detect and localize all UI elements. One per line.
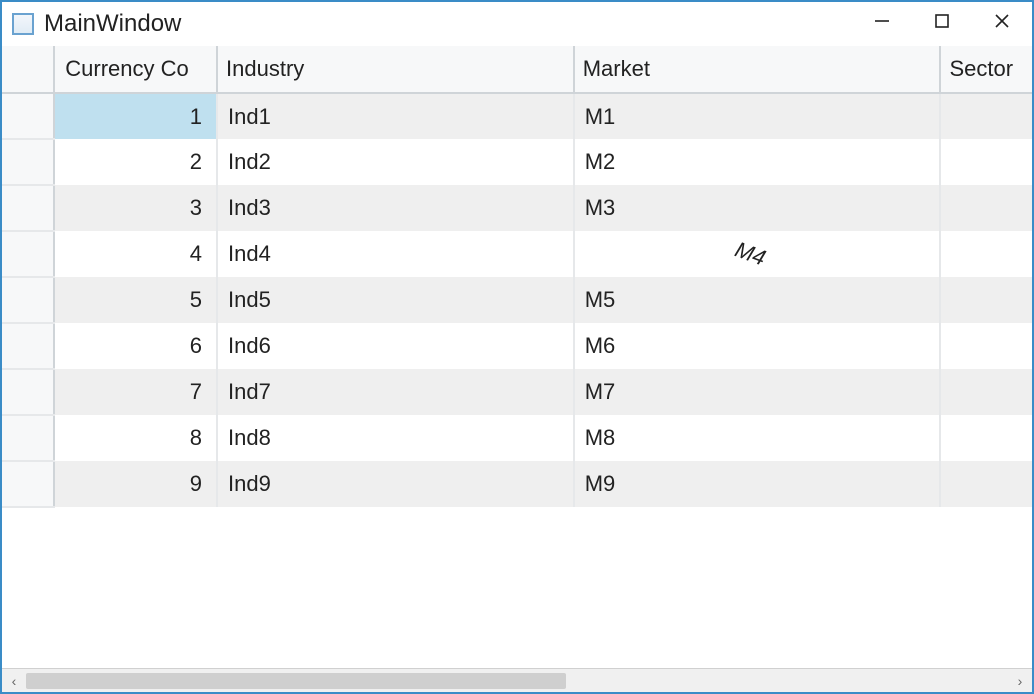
table-row[interactable]: 5Ind5M5 (2, 277, 1032, 323)
cell-industry[interactable]: Ind8 (217, 415, 574, 461)
column-header-currency[interactable]: Currency Co (54, 46, 217, 93)
cell-market[interactable]: M3 (574, 185, 941, 231)
cell-market[interactable]: M2 (574, 139, 941, 185)
close-icon (992, 11, 1012, 37)
cell-sector[interactable] (940, 415, 1032, 461)
table-row[interactable]: 6Ind6M6 (2, 323, 1032, 369)
cell-sector[interactable] (940, 139, 1032, 185)
column-header-market[interactable]: Market (574, 46, 941, 93)
scroll-left-button[interactable]: ‹ (2, 669, 26, 693)
cell-industry[interactable]: Ind3 (217, 185, 574, 231)
row-header-cell[interactable] (2, 415, 54, 461)
row-header-cell[interactable] (2, 461, 54, 507)
cell-sector[interactable] (940, 323, 1032, 369)
cell-currency[interactable]: 7 (54, 369, 217, 415)
cell-market[interactable]: M6 (574, 323, 941, 369)
table-row[interactable]: 1Ind1M1 (2, 93, 1032, 139)
row-header-column[interactable] (2, 46, 54, 93)
column-header-sector[interactable]: Sector (940, 46, 1032, 93)
horizontal-scrollbar[interactable]: ‹ › (2, 668, 1032, 692)
main-window: MainWindow Currency Co (0, 0, 1034, 694)
cell-market[interactable]: M4 (574, 231, 941, 277)
table-row[interactable]: 7Ind7M7 (2, 369, 1032, 415)
cell-market[interactable]: M9 (574, 461, 941, 507)
app-icon (12, 13, 34, 35)
cell-industry[interactable]: Ind7 (217, 369, 574, 415)
chevron-right-icon: › (1018, 673, 1023, 689)
scroll-right-button[interactable]: › (1008, 669, 1032, 693)
cell-industry[interactable]: Ind6 (217, 323, 574, 369)
cell-market[interactable]: M7 (574, 369, 941, 415)
chevron-left-icon: ‹ (12, 673, 17, 689)
cell-sector[interactable] (940, 369, 1032, 415)
minimize-button[interactable] (852, 2, 912, 46)
cell-industry[interactable]: Ind9 (217, 461, 574, 507)
minimize-icon (872, 11, 892, 37)
cell-currency[interactable]: 2 (54, 139, 217, 185)
cell-currency[interactable]: 3 (54, 185, 217, 231)
row-header-cell[interactable] (2, 185, 54, 231)
cell-industry[interactable]: Ind1 (217, 93, 574, 139)
cell-sector[interactable] (940, 185, 1032, 231)
row-header-cell[interactable] (2, 323, 54, 369)
header-row: Currency Co Industry Market Sector (2, 46, 1032, 93)
table-row[interactable]: 9Ind9M9 (2, 461, 1032, 507)
content-area: Currency Co Industry Market Sector 1Ind1… (2, 46, 1032, 692)
cell-industry[interactable]: Ind4 (217, 231, 574, 277)
close-button[interactable] (972, 2, 1032, 46)
cell-sector[interactable] (940, 231, 1032, 277)
cell-sector[interactable] (940, 461, 1032, 507)
row-header-cell[interactable] (2, 277, 54, 323)
maximize-icon (932, 11, 952, 37)
cell-currency[interactable]: 9 (54, 461, 217, 507)
row-header-cell[interactable] (2, 139, 54, 185)
cell-sector[interactable] (940, 277, 1032, 323)
scroll-track[interactable] (26, 671, 1008, 691)
cell-industry[interactable]: Ind2 (217, 139, 574, 185)
maximize-button[interactable] (912, 2, 972, 46)
row-header-cell[interactable] (2, 93, 54, 139)
row-header-cell[interactable] (2, 369, 54, 415)
cell-industry[interactable]: Ind5 (217, 277, 574, 323)
table-row[interactable]: 4Ind4 M4 (2, 231, 1032, 277)
datagrid[interactable]: Currency Co Industry Market Sector 1Ind1… (2, 46, 1032, 668)
cell-sector[interactable] (940, 93, 1032, 139)
row-header-cell[interactable] (2, 231, 54, 277)
cell-currency[interactable]: 6 (54, 323, 217, 369)
cell-market[interactable]: M1 (574, 93, 941, 139)
window-title: MainWindow (44, 10, 181, 38)
cell-market[interactable]: M8 (574, 415, 941, 461)
cell-currency[interactable]: 1 (54, 93, 217, 139)
table-row[interactable]: 8Ind8M8 (2, 415, 1032, 461)
table-row[interactable]: 3Ind3M3 (2, 185, 1032, 231)
titlebar[interactable]: MainWindow (2, 2, 1032, 46)
column-header-industry[interactable]: Industry (217, 46, 574, 93)
cell-market[interactable]: M5 (574, 277, 941, 323)
cell-currency[interactable]: 4 (54, 231, 217, 277)
scroll-thumb[interactable] (26, 673, 566, 689)
table-row[interactable]: 2Ind2M2 (2, 139, 1032, 185)
cell-currency[interactable]: 8 (54, 415, 217, 461)
cell-market-value: M4 (731, 237, 769, 272)
cell-currency[interactable]: 5 (54, 277, 217, 323)
